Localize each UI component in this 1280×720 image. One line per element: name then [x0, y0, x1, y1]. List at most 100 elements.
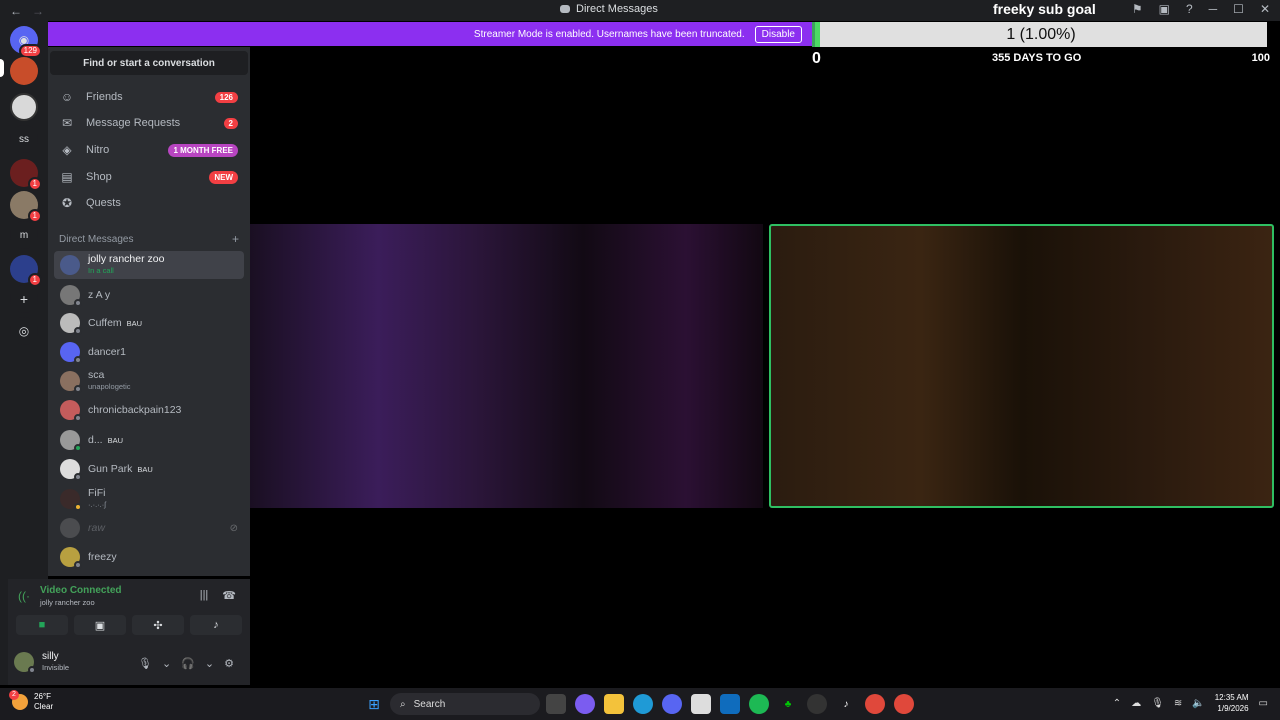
server-avatar-4[interactable]: 1: [10, 191, 42, 223]
server-avatar-1[interactable]: [10, 57, 38, 85]
noise-suppression-icon[interactable]: |||: [200, 589, 209, 602]
avatar: [60, 400, 82, 422]
search-label: Search: [413, 698, 446, 710]
avatar: [14, 652, 36, 674]
server-avatar-2[interactable]: [10, 93, 38, 121]
dm-item[interactable]: chronicbackpain123: [54, 396, 244, 424]
clock-time: 12:35 AM: [1214, 693, 1249, 702]
voice-status[interactable]: Video Connected: [40, 585, 122, 596]
store-icon[interactable]: [691, 694, 711, 714]
discord-logo-icon: [560, 5, 570, 13]
maximize-icon[interactable]: ☐: [1233, 2, 1244, 16]
weather-icon: 2: [9, 690, 28, 710]
dm-item[interactable]: raw ⊘: [54, 514, 244, 542]
home-badge: 129: [18, 44, 42, 58]
outlook-icon[interactable]: [720, 694, 740, 714]
dm-status: unapologetic: [88, 382, 131, 391]
dm-header-label: Direct Messages: [59, 234, 134, 245]
chevron-down-icon[interactable]: ⌄: [205, 657, 214, 670]
close-icon[interactable]: ✕: [1260, 2, 1270, 16]
task-view-icon[interactable]: [546, 694, 566, 714]
back-arrow-icon[interactable]: ←: [10, 4, 22, 18]
nav-message-requests[interactable]: ✉ Message Requests 2: [54, 111, 244, 135]
streamer-mode-message: Streamer Mode is enabled. Usernames have…: [473, 28, 745, 40]
window-title: Direct Messages: [560, 3, 658, 15]
dm-item[interactable]: FiFi ·.·.·.·ʃ: [54, 485, 244, 513]
obs-icon[interactable]: [807, 694, 827, 714]
create-dm-icon[interactable]: +: [232, 232, 239, 246]
voice-channel[interactable]: jolly rancher zoo: [40, 598, 95, 607]
activities-button[interactable]: ✣: [132, 615, 184, 635]
spotify-icon[interactable]: [749, 694, 769, 714]
selected-pill: [0, 59, 4, 77]
nav-friends-label: Friends: [86, 91, 123, 103]
chrome-icon[interactable]: [865, 694, 885, 714]
signal-icon: ((·: [18, 589, 30, 603]
server-ss-label: ss: [19, 133, 29, 145]
microphone-icon[interactable]: 🎙: [138, 657, 152, 670]
nav-quests[interactable]: ✪ Quests: [54, 191, 244, 215]
discover-compass-icon[interactable]: ◎: [10, 317, 38, 345]
edge-icon[interactable]: [633, 694, 653, 714]
dm-item[interactable]: jolly rancher zoo In a call: [54, 251, 244, 279]
server-ss[interactable]: ss: [10, 125, 38, 153]
chevron-down-icon[interactable]: ⌄: [162, 657, 171, 670]
server-m[interactable]: m: [10, 221, 38, 249]
minimize-icon[interactable]: ─: [1209, 2, 1218, 16]
nav-friends[interactable]: ☺ Friends 126: [54, 85, 244, 109]
server-avatar-3[interactable]: 1: [10, 159, 42, 191]
dm-item[interactable]: d... BAU: [54, 426, 244, 454]
inbox-flag-icon[interactable]: ⚑: [1132, 2, 1143, 16]
find-conversation-button[interactable]: Find or start a conversation: [50, 51, 248, 75]
dm-item[interactable]: Cuffem BAU: [54, 309, 244, 337]
dm-item[interactable]: z A y: [54, 281, 244, 309]
weather-desc: Clear: [34, 702, 54, 711]
file-explorer-icon[interactable]: [604, 694, 624, 714]
mic-tray-icon[interactable]: 🎙: [1151, 698, 1164, 709]
onedrive-icon[interactable]: ☁: [1131, 698, 1141, 709]
discord-taskbar-icon[interactable]: [662, 694, 682, 714]
disconnect-icon[interactable]: ☎: [222, 589, 236, 602]
dm-name: freezy: [88, 550, 117, 563]
tray-overflow-icon[interactable]: ⌃: [1113, 698, 1121, 709]
copilot-icon[interactable]: [575, 694, 595, 714]
nav-shop[interactable]: ▤ Shop NEW: [54, 165, 244, 189]
screen-share-button[interactable]: ▣: [74, 615, 126, 635]
chrome-profile-icon[interactable]: [894, 694, 914, 714]
clock[interactable]: 12:35 AM 1/9/2026: [1215, 692, 1249, 714]
clock-date: 1/9/2026: [1217, 704, 1249, 713]
dm-tag: BAU: [107, 435, 124, 445]
dm-item[interactable]: sca unapologetic: [54, 367, 244, 395]
nitro-icon: ◈: [62, 143, 72, 157]
volume-icon[interactable]: 🔈: [1192, 698, 1204, 709]
nav-nitro[interactable]: ◈ Nitro 1 MONTH FREE: [54, 138, 244, 162]
dm-item[interactable]: freezy: [54, 543, 244, 571]
help-icon[interactable]: ?: [1186, 2, 1193, 16]
dm-item[interactable]: Gun Park BAU: [54, 455, 244, 483]
server-avatar-5[interactable]: 1: [10, 255, 42, 287]
camera-button[interactable]: ■: [16, 615, 68, 635]
weather-badge: 2: [9, 690, 19, 700]
weather-widget[interactable]: 2 26°F Clear: [9, 690, 54, 712]
video-tile-local[interactable]: [769, 224, 1274, 508]
user-panel[interactable]: silly Invisible: [14, 651, 69, 674]
nav-quests-label: Quests: [86, 197, 121, 209]
headphones-icon[interactable]: 🎧: [181, 657, 195, 670]
add-server-icon[interactable]: +: [10, 285, 38, 313]
taskbar-search[interactable]: ⌕ Search: [390, 693, 540, 715]
forward-arrow-icon[interactable]: →: [32, 4, 44, 18]
notifications-icon[interactable]: ▭: [1259, 698, 1268, 709]
tiktok-icon[interactable]: ♪: [836, 694, 856, 714]
inbox-icon[interactable]: ▣: [1159, 2, 1170, 16]
windows-start-icon[interactable]: ⊞: [364, 694, 384, 714]
robinhood-icon[interactable]: ♣: [778, 694, 798, 714]
home-button[interactable]: ◉ 129: [10, 26, 42, 58]
dm-item[interactable]: dancer1: [54, 338, 244, 366]
envelope-icon: ✉: [61, 116, 73, 130]
video-tile-remote[interactable]: [250, 224, 763, 508]
soundboard-button[interactable]: ♪: [190, 615, 242, 635]
wifi-icon[interactable]: ≋: [1174, 698, 1182, 709]
settings-gear-icon[interactable]: ⚙: [224, 657, 234, 670]
disable-streamer-button[interactable]: Disable: [754, 25, 802, 43]
search-icon: ⌕: [400, 698, 406, 710]
